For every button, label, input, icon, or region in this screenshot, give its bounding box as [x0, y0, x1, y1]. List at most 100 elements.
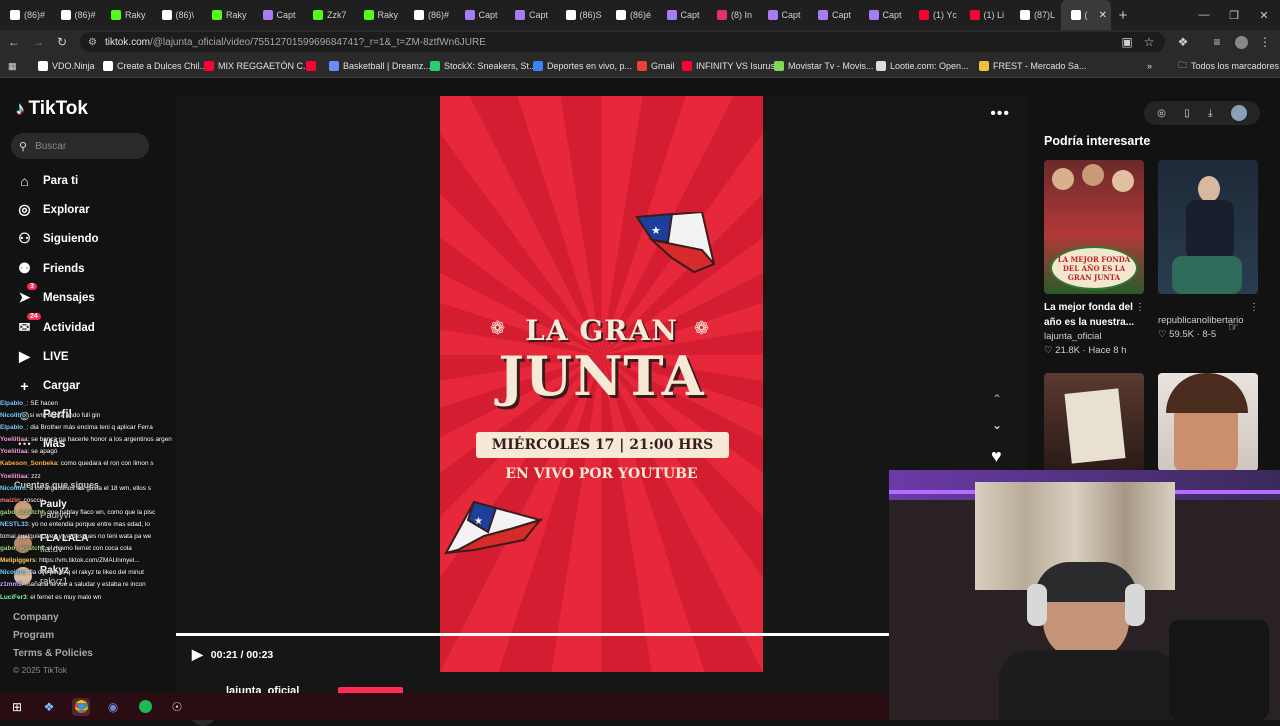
footer-link[interactable]: Program [13, 630, 54, 641]
browser-tab[interactable]: (86)# [0, 0, 51, 30]
next-video-icon[interactable]: ⌄ [992, 418, 1002, 432]
recommend-thumbnail[interactable] [1044, 373, 1144, 471]
browser-tab[interactable]: Capt [253, 0, 304, 30]
bookmark-item[interactable]: Create a Dulces Chil... [103, 59, 207, 73]
close-window-icon[interactable]: ✕ [1248, 0, 1280, 30]
browser-tab[interactable]: Raky [354, 0, 405, 30]
recommend-thumbnail[interactable] [1158, 373, 1258, 471]
recommend-user[interactable]: republicanolibertario [1158, 314, 1258, 328]
install-app-icon[interactable]: ▣ [1119, 34, 1135, 50]
previous-video-icon[interactable]: ⌃ [992, 392, 1002, 406]
browser-tab[interactable]: (✕ [1060, 0, 1111, 30]
sidebar-item-label: Mensajes [43, 291, 95, 304]
profile-avatar-icon[interactable] [1233, 34, 1249, 50]
browser-tab[interactable]: (86)S [556, 0, 607, 30]
user-avatar[interactable] [1230, 105, 1247, 121]
browser-tab[interactable]: (87)L [1010, 0, 1061, 30]
browser-tab[interactable]: Raky [202, 0, 253, 30]
sidebar-item-activity[interactable]: ✉ 24 Actividad [16, 313, 95, 336]
chat-text: el fernet es muy malo wn [30, 593, 102, 601]
bookmark-item[interactable]: Deportes en vivo, p... [533, 59, 632, 73]
browser-tab[interactable]: Capt [455, 0, 506, 30]
card-more-icon[interactable]: ⋮ [1135, 302, 1145, 313]
extensions-icon[interactable]: ❖ [1175, 34, 1191, 50]
sidebar-item-upload[interactable]: + Cargar [16, 377, 80, 394]
tab-close-icon[interactable]: ✕ [1099, 10, 1107, 21]
browser-tab[interactable]: Capt [505, 0, 556, 30]
sidebar-item-friends[interactable]: ⚉ Friends [16, 260, 84, 277]
browser-tab[interactable]: (86)é [606, 0, 657, 30]
sidebar-item-explore[interactable]: ◎ Explorar [16, 201, 89, 218]
all-bookmarks-folder[interactable]: 🗀 Todos los marcadores [1178, 59, 1279, 73]
discord-chrome-icon[interactable]: ◉ [104, 698, 122, 716]
browser-tab[interactable]: Zzk7 [303, 0, 354, 30]
browser-tab[interactable]: Capt [859, 0, 910, 30]
search-input[interactable]: ⚲ Buscar [11, 133, 149, 159]
browser-tab[interactable]: Capt [808, 0, 859, 30]
chrome-icon[interactable] [72, 697, 90, 716]
browser-tab[interactable]: (86)# [404, 0, 455, 30]
play-icon[interactable]: ▶ [192, 646, 203, 663]
spotify-icon[interactable] [136, 698, 154, 716]
recommend-title[interactable]: La mejor fonda del año es la nuestra... [1044, 300, 1144, 330]
messages-badge: 3 [27, 283, 37, 290]
back-icon[interactable]: ← [6, 34, 22, 50]
copilot-icon[interactable]: ❖ [40, 698, 58, 716]
bookmark-item[interactable]: Gmail [637, 59, 675, 73]
footer-link[interactable]: Company [13, 612, 59, 623]
restore-icon[interactable]: ❐ [1218, 0, 1250, 30]
download-icon[interactable]: ⤓ [1208, 108, 1212, 119]
bookmark-star-icon[interactable]: ☆ [1141, 34, 1157, 50]
bookmark-item[interactable]: Movistar Tv - Movis... [774, 59, 873, 73]
device-icon[interactable]: ▯ [1184, 108, 1190, 119]
browser-tab[interactable]: (86)\ [152, 0, 203, 30]
browser-tab[interactable]: Raky [101, 0, 152, 30]
more-options-icon[interactable]: ••• [990, 105, 1010, 123]
sidebar-item-messages[interactable]: ➤ 3 Mensajes [16, 283, 95, 306]
bookmark-item[interactable] [306, 59, 320, 73]
windows-start-icon[interactable]: ⊞ [8, 698, 26, 716]
recommend-card[interactable] [1158, 373, 1258, 471]
tab-favicon-icon [60, 10, 71, 20]
browser-tab[interactable]: Capt [657, 0, 708, 30]
tiktok-logo[interactable]: ♪ TikTok [16, 98, 88, 120]
forward-icon[interactable]: → [30, 34, 46, 50]
recommend-card[interactable]: LA MEJOR FONDA DEL AÑO ES LA GRAN JUNTA … [1044, 160, 1145, 358]
footer-link[interactable]: Terms & Policies [13, 648, 93, 659]
bookmark-item[interactable]: Lootie.com: Open... [876, 59, 969, 73]
address-bar[interactable]: ⚙ tiktok.com/@lajunta_oficial/video/7551… [80, 32, 1165, 52]
bookmark-item[interactable]: MIX REGGAETÓN C... [204, 59, 311, 73]
bookmark-item[interactable]: VDO.Ninja [38, 59, 95, 73]
bookmark-item[interactable]: FREST - Mercado Sa... [979, 59, 1086, 73]
bookmark-item[interactable]: INFINITY VS Isurus [682, 59, 775, 73]
new-tab-button[interactable]: + [1111, 7, 1135, 24]
browser-tab[interactable]: Capt [758, 0, 809, 30]
sidebar-item-for-you[interactable]: ⌂ Para ti [16, 172, 78, 189]
recommend-card[interactable] [1044, 373, 1144, 471]
browser-tab[interactable]: (1) Li [960, 0, 1011, 30]
browser-tab[interactable]: (86)# [51, 0, 102, 30]
bookmarks-bar: ▦ » 🗀 Todos los marcadores VDO.Ninja Crea… [0, 54, 1280, 78]
bookmark-item[interactable]: Basketball | Dreamz... [329, 59, 431, 73]
browser-tab[interactable]: (8) In [707, 0, 758, 30]
site-info-icon[interactable]: ⚙ [88, 37, 97, 48]
recommend-user[interactable]: lajunta_oficial [1044, 330, 1144, 344]
sidebar-item-following[interactable]: ⚇ Siguiendo [16, 230, 98, 247]
browser-tab[interactable]: (1) Yc [909, 0, 960, 30]
card-more-icon[interactable]: ⋮ [1249, 302, 1259, 313]
minimize-icon[interactable]: — [1188, 0, 1220, 30]
coins-icon[interactable]: ◎ [1157, 108, 1166, 119]
bookmarks-overflow-button[interactable]: » [1147, 59, 1152, 73]
browser-menu-icon[interactable]: ⋮ [1257, 34, 1273, 50]
apps-grid-icon[interactable]: ▦ [8, 59, 17, 73]
video-frame[interactable]: ★ ★ ❁ ❁ LA GRAN JUNTA MIÉRCOLES 17 | 21:… [440, 96, 763, 672]
recommend-thumbnail[interactable] [1158, 160, 1258, 294]
recommend-thumbnail[interactable]: LA MEJOR FONDA DEL AÑO ES LA GRAN JUNTA [1044, 160, 1144, 294]
media-controls-icon[interactable]: ≡ [1209, 34, 1225, 50]
obs-icon[interactable]: ☉ [168, 698, 186, 716]
bookmark-item[interactable]: StockX: Sneakers, St... [430, 59, 537, 73]
sidebar-item-live[interactable]: ▶ LIVE [16, 348, 68, 365]
recommend-card[interactable]: republicanolibertario ♡ 59.5K · 8-5 ⋮ ☞ [1158, 160, 1259, 342]
reload-icon[interactable]: ↻ [54, 34, 70, 50]
like-heart-icon[interactable]: ♥ [991, 446, 1002, 467]
